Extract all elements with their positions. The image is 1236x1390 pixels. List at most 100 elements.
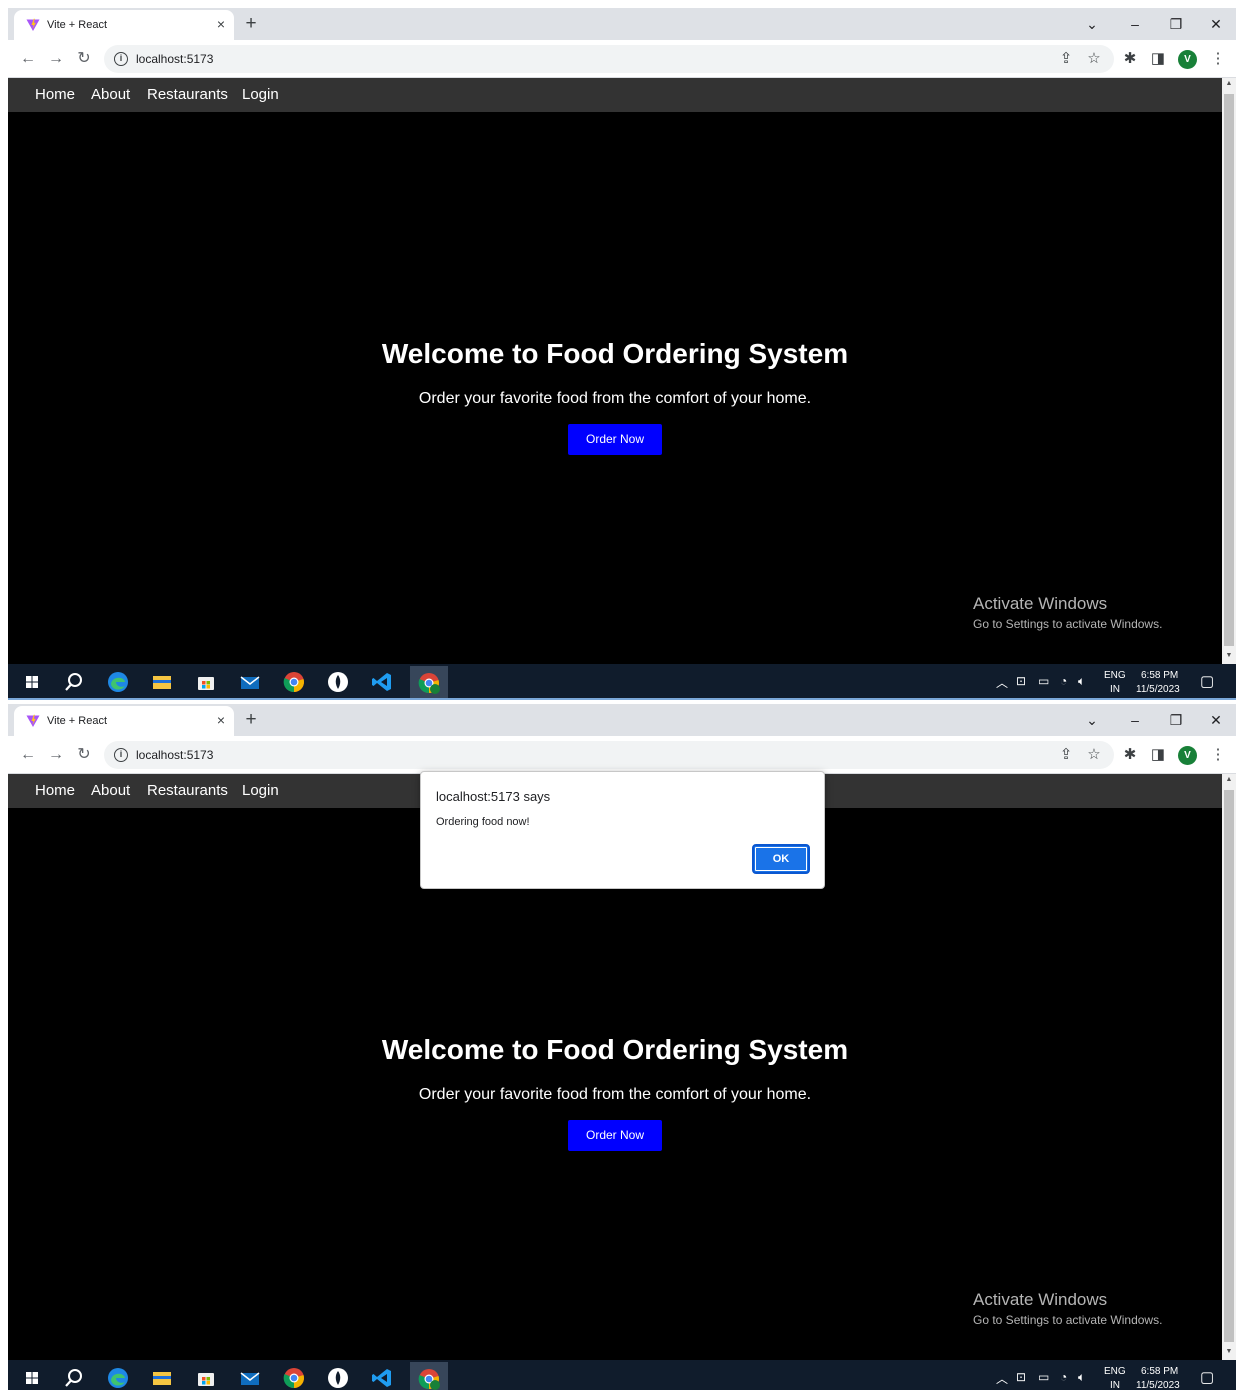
tray-meet-icon[interactable]: ⊡	[1016, 674, 1026, 688]
chrome-icon[interactable]	[282, 670, 306, 694]
edge-icon[interactable]	[106, 1366, 130, 1390]
scroll-down-icon[interactable]: ▼	[1225, 1348, 1233, 1358]
browser-tab[interactable]: Vite + React ×	[14, 706, 234, 736]
chrome-profile-taskbar-item[interactable]	[410, 666, 448, 700]
vertical-scrollbar[interactable]: ▲ ▼	[1222, 78, 1236, 664]
extensions-icon[interactable]: ✱	[1120, 49, 1140, 69]
kebab-menu-icon[interactable]: ⋮	[1208, 745, 1228, 765]
new-tab-button[interactable]: +	[241, 710, 261, 730]
url-text: localhost:5173	[136, 52, 214, 66]
search-icon[interactable]	[62, 670, 86, 694]
profile-avatar[interactable]: V	[1178, 50, 1197, 69]
reload-icon[interactable]: ↻	[74, 49, 94, 69]
chrome-profile-taskbar-item[interactable]	[410, 1362, 448, 1390]
notifications-icon[interactable]: ▢	[1200, 1368, 1214, 1386]
search-icon[interactable]	[62, 1366, 86, 1390]
clock-time[interactable]: 6:58 PM	[1141, 670, 1178, 681]
nav-link-restaurants[interactable]: Restaurants	[147, 86, 228, 103]
file-explorer-icon[interactable]	[150, 670, 174, 694]
scrollbar-thumb[interactable]	[1224, 790, 1234, 1342]
file-explorer-icon[interactable]	[150, 1366, 174, 1390]
forward-arrow-icon[interactable]: →	[46, 745, 66, 765]
volume-icon[interactable]: 🔈︎	[1078, 1370, 1085, 1385]
nav-link-about[interactable]: About	[91, 86, 130, 103]
volume-icon[interactable]: 🔈︎	[1078, 674, 1085, 689]
restore-icon[interactable]: ❐	[1164, 14, 1188, 34]
notifications-icon[interactable]: ▢	[1200, 672, 1214, 690]
language-region[interactable]: IN	[1110, 684, 1120, 695]
tray-chevron-up-icon[interactable]: ︿	[996, 674, 1008, 691]
dialog-message: Ordering food now!	[436, 816, 530, 828]
scrollbar-thumb[interactable]	[1224, 94, 1234, 646]
scroll-down-icon[interactable]: ▼	[1225, 652, 1233, 662]
side-panel-icon[interactable]: ◨	[1148, 745, 1168, 765]
new-tab-button[interactable]: +	[241, 14, 261, 34]
share-icon[interactable]: ⇪	[1056, 745, 1076, 765]
reload-icon[interactable]: ↻	[74, 745, 94, 765]
store-icon[interactable]	[194, 1366, 218, 1390]
address-bar[interactable]: i localhost:5173	[104, 45, 1114, 73]
nav-link-about[interactable]: About	[91, 782, 130, 799]
dialog-ok-button[interactable]: OK	[752, 844, 810, 874]
activate-windows-watermark: Activate Windows Go to Settings to activ…	[973, 594, 1162, 631]
tray-meet-icon[interactable]: ⊡	[1016, 1370, 1026, 1384]
side-panel-icon[interactable]: ◨	[1148, 49, 1168, 69]
chevron-down-icon[interactable]: ⌄	[1080, 14, 1104, 34]
mail-icon[interactable]	[238, 670, 262, 694]
chrome-profile-icon	[418, 673, 440, 694]
wifi-icon[interactable]: ◔	[1060, 1370, 1067, 1384]
address-bar[interactable]: i localhost:5173	[104, 741, 1114, 769]
minimize-icon[interactable]: –	[1123, 710, 1147, 730]
close-icon[interactable]: ✕	[1204, 14, 1228, 34]
tray-chevron-up-icon[interactable]: ︿	[996, 1370, 1008, 1387]
scroll-up-icon[interactable]: ▲	[1225, 80, 1233, 90]
chrome-icon[interactable]	[282, 1366, 306, 1390]
clock-date[interactable]: 11/5/2023	[1136, 684, 1180, 695]
browser-tab[interactable]: Vite + React ×	[14, 10, 234, 40]
minimize-icon[interactable]: –	[1123, 14, 1147, 34]
battery-icon[interactable]: ▭	[1038, 1370, 1049, 1384]
extensions-icon[interactable]: ✱	[1120, 745, 1140, 765]
nav-link-login[interactable]: Login	[242, 86, 279, 103]
info-icon[interactable]: i	[114, 52, 128, 66]
mongodb-compass-icon[interactable]	[326, 670, 350, 694]
language-code[interactable]: ENG	[1104, 670, 1126, 681]
edge-icon[interactable]	[106, 670, 130, 694]
chevron-down-icon[interactable]: ⌄	[1080, 710, 1104, 730]
wifi-icon[interactable]: ◔	[1060, 674, 1067, 688]
vscode-icon[interactable]	[370, 670, 394, 694]
star-icon[interactable]: ☆	[1084, 49, 1104, 69]
tab-close-icon[interactable]: ×	[212, 711, 230, 729]
order-now-button[interactable]: Order Now	[568, 1120, 662, 1151]
back-arrow-icon[interactable]: ←	[18, 49, 38, 69]
profile-avatar[interactable]: V	[1178, 746, 1197, 765]
close-icon[interactable]: ✕	[1204, 710, 1228, 730]
star-icon[interactable]: ☆	[1084, 745, 1104, 765]
mail-icon[interactable]	[238, 1366, 262, 1390]
kebab-menu-icon[interactable]: ⋮	[1208, 49, 1228, 69]
forward-arrow-icon[interactable]: →	[46, 49, 66, 69]
nav-link-home[interactable]: Home	[35, 86, 75, 103]
site-navbar: Home About Restaurants Login	[8, 78, 1222, 112]
scroll-up-icon[interactable]: ▲	[1225, 776, 1233, 786]
vertical-scrollbar[interactable]: ▲ ▼	[1222, 774, 1236, 1360]
nav-link-restaurants[interactable]: Restaurants	[147, 782, 228, 799]
windows-start-icon[interactable]	[20, 670, 44, 694]
nav-link-home[interactable]: Home	[35, 782, 75, 799]
nav-link-login[interactable]: Login	[242, 782, 279, 799]
windows-start-icon[interactable]	[20, 1366, 44, 1390]
share-icon[interactable]: ⇪	[1056, 49, 1076, 69]
order-now-button[interactable]: Order Now	[568, 424, 662, 455]
clock-date[interactable]: 11/5/2023	[1136, 1380, 1180, 1390]
back-arrow-icon[interactable]: ←	[18, 745, 38, 765]
tab-close-icon[interactable]: ×	[212, 15, 230, 33]
vscode-icon[interactable]	[370, 1366, 394, 1390]
store-icon[interactable]	[194, 670, 218, 694]
info-icon[interactable]: i	[114, 748, 128, 762]
restore-icon[interactable]: ❐	[1164, 710, 1188, 730]
battery-icon[interactable]: ▭	[1038, 674, 1049, 688]
clock-time[interactable]: 6:58 PM	[1141, 1366, 1178, 1377]
language-code[interactable]: ENG	[1104, 1366, 1126, 1377]
language-region[interactable]: IN	[1110, 1380, 1120, 1390]
mongodb-compass-icon[interactable]	[326, 1366, 350, 1390]
